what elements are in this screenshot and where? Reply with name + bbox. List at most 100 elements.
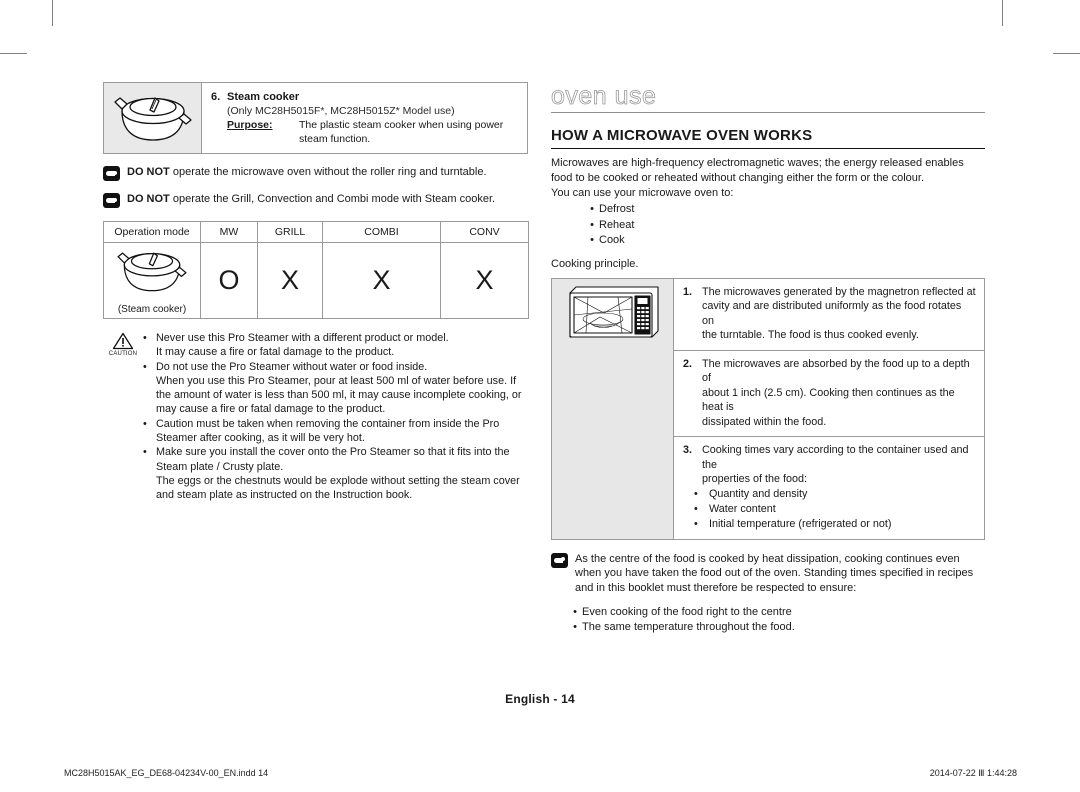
caution-icon-wrap: CAUTION [103,331,143,503]
caution-line: It may cause a fire or fatal damage to t… [156,346,395,359]
principle-line: The microwaves are absorbed by the food … [702,357,970,385]
caution-line: Steamer after cooking, as it will be ver… [156,432,365,445]
table-row: 1. The microwaves generated by the magne… [551,277,985,540]
bullet-icon: • [143,446,147,459]
list-item: • Never use this Pro Steamer with a diff… [143,331,528,360]
crop-mark-top-left-v [52,0,53,26]
list-item: • Quantity and density [674,487,976,502]
bullet-icon: • [694,502,698,515]
bullet-icon: • [573,621,577,634]
caution-line: When you use this Pro Steamer, pour at l… [156,374,517,387]
caution-line: may cause a fire or fatal damage to the … [156,403,386,416]
bullet-icon: • [143,417,147,430]
value-conv: X [440,242,529,319]
pointing-hand-icon [103,193,120,208]
final-note-line: and in this booklet must therefore be re… [575,582,857,595]
chapter-title-rule [551,112,985,113]
principle-sub: Quantity and density [709,487,808,500]
header-combi: COMBI [322,221,441,243]
caution-block: CAUTION • Never use this Pro Steamer wit… [103,331,528,503]
microwave-oven-illustration [568,285,659,338]
list-item: • Even cooking of the food right to the … [568,605,985,621]
intro-line-3: You can use your microwave oven to: [551,187,734,199]
caution-line: Steam plate / Crusty plate. [156,460,284,473]
intro-paragraph: Microwaves are high-frequency electromag… [551,156,985,201]
use-label: Defrost [599,203,635,215]
steam-cooker-image-cell [104,83,202,153]
uses-list: • Defrost • Reheat • Cook [551,202,985,249]
steam-cooker-text-cell: 6. Steam cooker (Only MC28H5015F*, MC28H… [202,83,527,153]
final-note: As the centre of the food is cooked by h… [551,552,985,596]
principle-cell-3: 3. Cooking times vary according to the c… [673,436,985,540]
list-item: • Make sure you install the cover onto t… [143,445,528,502]
list-item: • Reheat [585,218,985,234]
intro-line-1: Microwaves are high-frequency electromag… [551,157,964,169]
intro-line-2: food to be cooked or reheated without ch… [551,172,925,184]
header-grill: GRILL [257,221,323,243]
header-mw: MW [200,221,258,243]
steam-cooker-illustration [117,252,187,291]
principle-line: dissipated within the food. [702,415,827,428]
principle-number: 3. [682,444,692,456]
final-dot-list: • Even cooking of the food right to the … [551,605,985,636]
print-timestamp: 2014-07-22 Ⅲ 1:44:28 [929,768,1017,778]
bullet-icon: • [694,517,698,530]
use-label: Reheat [599,218,635,231]
item-title: Steam cooker [227,91,300,103]
section-title: HOW A MICROWAVE OVEN WORKS [551,127,813,144]
header-conv: CONV [440,221,529,243]
pointing-hand-icon [551,552,568,568]
list-item: • Water content [674,502,976,517]
do-not-text-2: operate the Grill, Convection and Combi … [169,193,496,205]
caution-label: CAUTION [108,351,138,357]
list-item: • Initial temperature (refrigerated or n… [674,517,976,532]
do-not-label-2: DO NOT [127,193,170,205]
principle-line: Cooking times vary according to the cont… [702,444,969,471]
principle-cell-1: 1. The microwaves generated by the magne… [673,277,985,351]
crop-mark-top-left-h [0,53,27,54]
purpose-text: The plastic steam cooker when using powe… [299,119,504,131]
operation-mode-table: Operation mode MW GRILL COMBI CONV (Stea… [103,221,529,319]
table-header-row: Operation mode MW GRILL COMBI CONV [103,221,529,243]
caution-line: Caution must be taken when removing the … [156,417,500,430]
do-not-label-1: DO NOT [127,166,170,178]
warning-triangle-icon [112,332,134,350]
principle-sub: Water content [709,502,776,515]
cooking-principle-label: Cooking principle. [551,257,639,270]
do-not-note-2: DO NOT operate the Grill, Convection and… [103,192,528,208]
chapter-title: oven use [551,82,657,111]
caution-line: The eggs or the chestnuts would be explo… [156,474,520,487]
bullet-icon: • [573,605,577,618]
steam-cooker-caption: (Steam cooker) [117,303,187,315]
list-item: • Do not use the Pro Steamer without wat… [143,360,528,417]
section-title-rule [551,148,985,149]
do-not-note-1: DO NOT operate the microwave oven withou… [103,165,528,181]
list-item: • Cook [585,233,985,249]
item-number: 6. [211,91,221,103]
purpose-text-continued: steam function. [299,133,371,145]
list-item: • Defrost [585,202,985,218]
do-not-text-1: operate the microwave oven without the r… [169,166,487,178]
use-label: Cook [599,234,625,246]
value-mw: O [200,242,258,319]
final-note-line: As the centre of the food is cooked by h… [575,552,960,565]
table-row: (Steam cooker) O X X X [103,242,529,319]
caution-line: Never use this Pro Steamer with a differ… [156,332,449,344]
crop-mark-top-right-v [1002,0,1003,26]
final-note-line: when you have taken the food out of the … [575,567,974,580]
crop-mark-top-right-h [1053,53,1080,54]
source-filename: MC28H5015AK_EG_DE68-04234V-00_EN.indd 14 [64,768,269,778]
bullet-icon: • [590,234,594,246]
caution-line: Make sure you install the cover onto the… [156,446,510,459]
value-grill: X [257,242,323,319]
final-dot-label: The same temperature throughout the food… [582,621,795,634]
principle-cell-2: 2. The microwaves are absorbed by the fo… [673,349,985,437]
principle-line: The microwaves generated by the magnetro… [702,285,976,298]
list-item: • The same temperature throughout the fo… [568,620,985,636]
bullet-icon: • [590,218,594,231]
steam-cooker-row-label-cell: (Steam cooker) [103,242,201,319]
principle-number: 2. [682,357,692,370]
value-combi: X [322,242,441,319]
document-page: 6. Steam cooker (Only MC28H5015F*, MC28H… [0,0,1080,792]
principle-number: 1. [682,285,692,298]
